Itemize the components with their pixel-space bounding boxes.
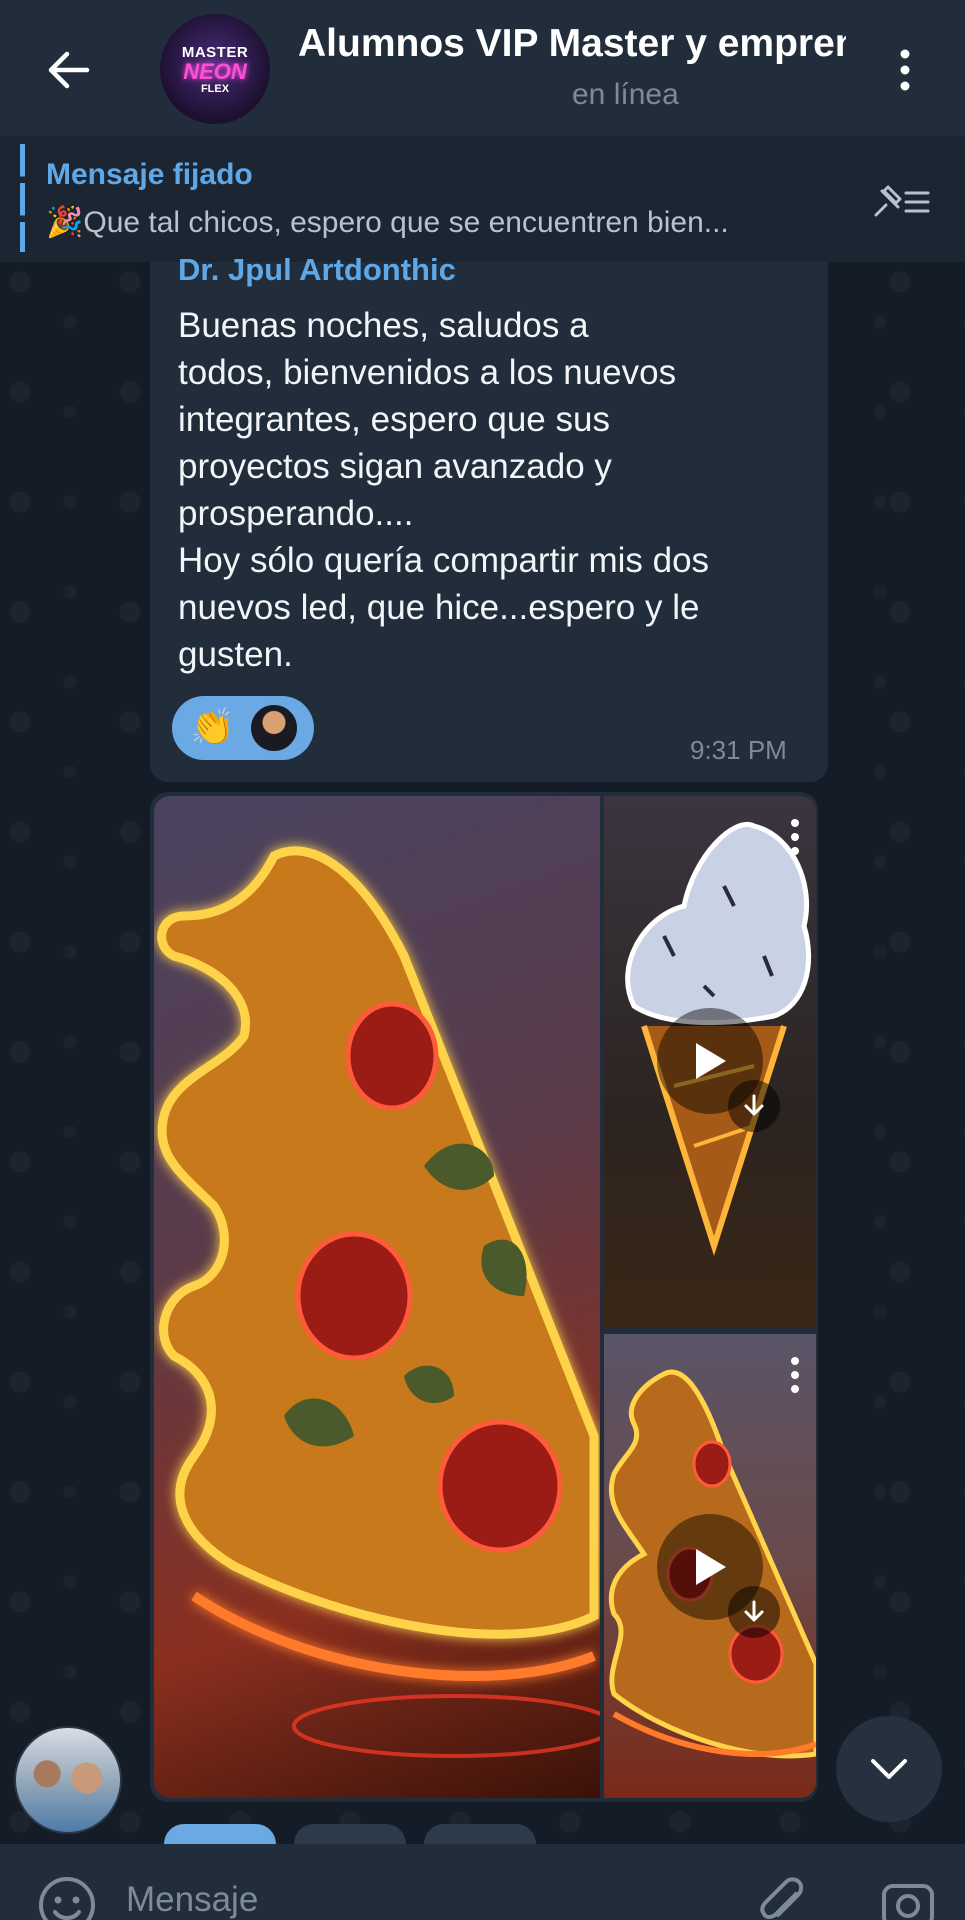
pinned-indicator <box>20 144 25 252</box>
chat-header <box>0 0 965 136</box>
clapping-hands-icon: 👏 <box>190 707 235 748</box>
more-vertical-icon <box>900 49 910 91</box>
pinned-list-icon <box>874 185 930 217</box>
group-avatar[interactable]: MASTER NEON FLEX <box>160 14 270 124</box>
download-icon <box>744 1600 764 1622</box>
pinned-text: 🎉Que tal chicos, espero que se encuentre… <box>46 205 846 240</box>
message-input[interactable] <box>126 1880 686 1920</box>
pinned-preview: Que tal chicos, espero que se encuentren… <box>83 206 729 239</box>
photo-pizza-neon[interactable] <box>154 796 600 1798</box>
play-icon <box>696 1549 726 1585</box>
more-options-button[interactable] <box>880 40 930 100</box>
chat-title[interactable]: Alumnos VIP Master y emprendedores <box>298 22 846 66</box>
sender-name[interactable]: Dr. Jpul Artdonthic <box>178 252 456 288</box>
avatar-text-line-1: MASTER <box>181 43 249 61</box>
reactor-avatar <box>248 703 299 753</box>
reaction-chip[interactable]: 👏 <box>172 696 314 760</box>
smile-icon <box>39 1877 95 1920</box>
pizza-neon-illustration <box>157 846 600 1758</box>
more-vertical-icon <box>791 1357 799 1393</box>
scroll-down-button[interactable] <box>836 1716 942 1822</box>
sender-avatar[interactable] <box>14 1726 122 1834</box>
media-options-button[interactable] <box>780 814 810 860</box>
video-icecream-neon[interactable] <box>604 796 816 1328</box>
download-icon <box>744 1094 764 1116</box>
message-text: Buenas noches, saludos a todos, bienveni… <box>178 306 710 674</box>
attach-button[interactable] <box>756 1876 812 1920</box>
chat-status: en línea <box>572 78 679 111</box>
back-button[interactable] <box>38 40 98 100</box>
download-button[interactable] <box>728 1080 780 1132</box>
pinned-list-button[interactable] <box>866 176 936 226</box>
arrow-left-icon <box>48 51 90 89</box>
chevron-down-icon <box>871 1759 907 1779</box>
avatar-text-line-3: FLEX <box>200 82 230 95</box>
download-button[interactable] <box>728 1586 780 1638</box>
pinned-message-bar[interactable] <box>0 136 965 262</box>
play-icon <box>696 1043 726 1079</box>
more-vertical-icon <box>791 819 799 855</box>
message-time: 9:31 PM <box>690 735 787 765</box>
media-options-button[interactable] <box>780 1352 810 1398</box>
paperclip-icon <box>760 1877 804 1919</box>
video-pizza-neon[interactable] <box>604 1334 816 1798</box>
pinned-title: Mensaje fijado <box>46 158 253 191</box>
camera-icon <box>882 1884 934 1920</box>
camera-button[interactable] <box>876 1870 940 1920</box>
party-emoji-icon: 🎉 <box>46 206 84 239</box>
avatar-text-line-2: NEON <box>183 58 247 84</box>
emoji-button[interactable] <box>36 1874 98 1920</box>
